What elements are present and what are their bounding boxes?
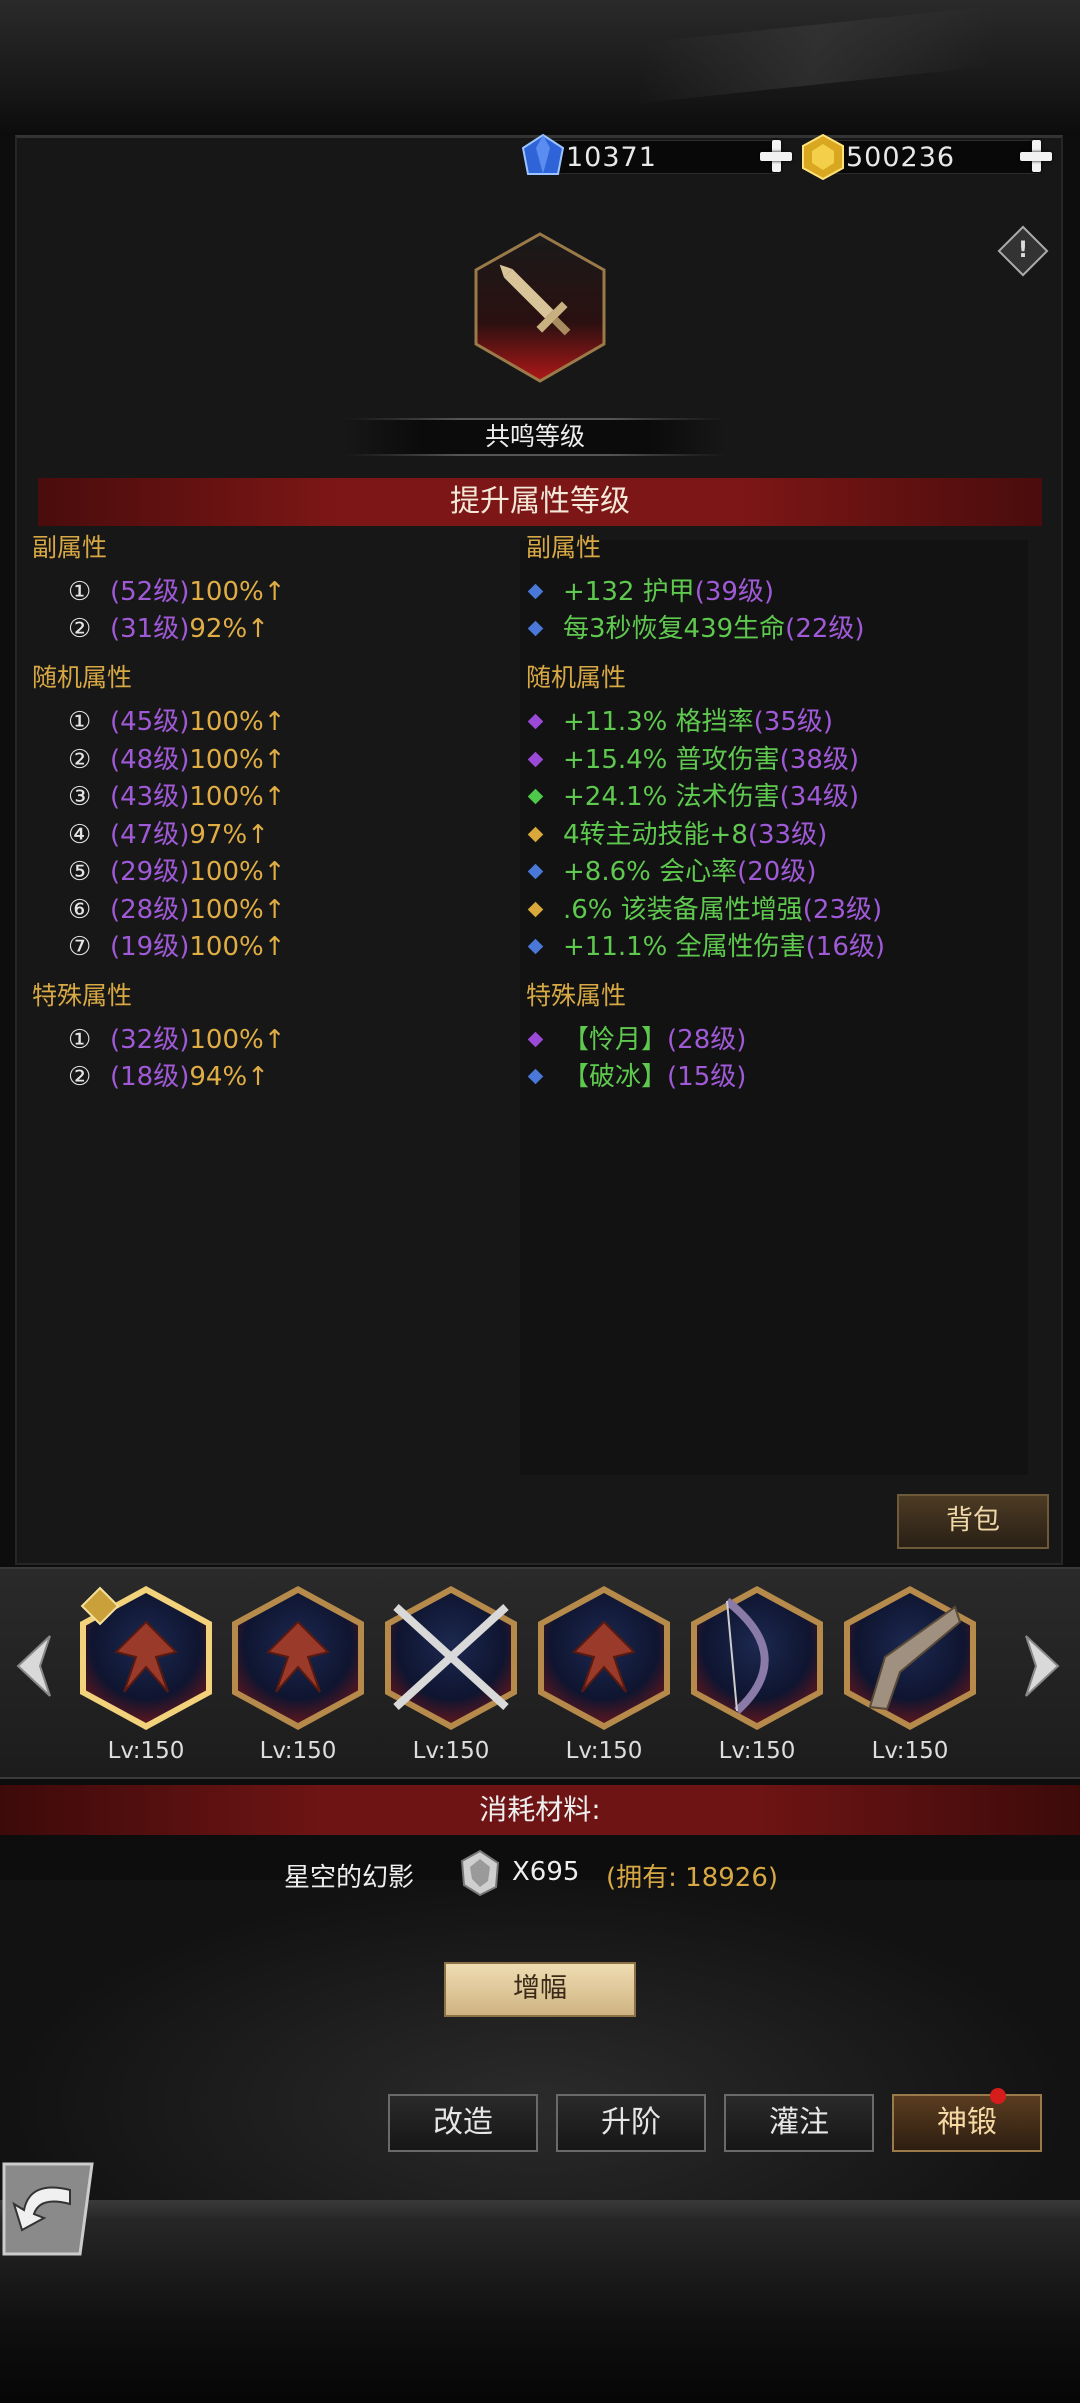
right-random-row: +11.1% 全属性伤害(16级) (526, 926, 885, 963)
equipment-slot[interactable] (228, 1582, 368, 1757)
equipment-slot[interactable] (76, 1582, 216, 1757)
diamond-amount: 10371 (566, 142, 657, 173)
bow-icon (724, 1597, 769, 1714)
equipment-slot[interactable] (534, 1582, 674, 1757)
left-random-row: ① (45级)100%↑ (68, 707, 286, 737)
equipment-level: Lv:150 (565, 1738, 643, 1764)
add-gold-button[interactable] (1018, 138, 1054, 174)
pistol-icon (868, 1605, 962, 1711)
left-special-row: ② (18级)94%↑ (68, 1062, 269, 1092)
right-special-row: 【怜月】(28级) (526, 1019, 746, 1056)
right-special-heading: 特殊属性 (526, 981, 627, 1010)
right-random-row: 4转主动技能+8(33级) (526, 814, 827, 851)
blue-diamond-icon (521, 134, 565, 175)
left-random-row: ⑥ (28级)100%↑ (68, 895, 286, 925)
right-special-row: 【破冰】(15级) (526, 1056, 746, 1093)
right-sub-row: 每3秒恢复439生命(22级) (526, 608, 865, 645)
equipment-level: Lv:150 (259, 1738, 337, 1764)
material-banner: 消耗材料: (0, 1785, 1080, 1835)
infuse-button[interactable]: 灌注 (724, 2094, 874, 2152)
equipment-level: Lv:150 (412, 1738, 490, 1764)
dragon-icon (572, 1620, 636, 1693)
phantom-material-icon (460, 1849, 500, 1897)
crossed-blades-icon (393, 1604, 509, 1710)
sword-emblem-icon (474, 232, 606, 383)
equipment-level: Lv:150 (718, 1738, 796, 1764)
back-arrow-icon[interactable] (0, 2160, 96, 2258)
bag-button[interactable]: 背包 (897, 1494, 1049, 1549)
equipment-slot[interactable] (381, 1582, 521, 1757)
material-row: 星空的幻影 X695 (拥有: 18926) (0, 1849, 1080, 1897)
upgrade-attribute-banner: 提升属性等级 (38, 478, 1042, 526)
left-sub-row: ② (31级)92%↑ (68, 614, 269, 644)
dragon-icon (266, 1620, 330, 1693)
equipment-level: Lv:150 (871, 1738, 949, 1764)
right-random-row: +24.1% 法术伤害(34级) (526, 776, 859, 813)
right-sub-heading: 副属性 (526, 533, 602, 562)
gold-gem-icon (802, 134, 844, 180)
left-sub-row: ① (52级)100%↑ (68, 577, 286, 607)
left-sub-heading: 副属性 (32, 533, 108, 562)
amplify-button[interactable]: 增幅 (444, 1962, 636, 2017)
right-random-row: .6% 该装备属性增强(23级) (526, 889, 882, 926)
gold-amount: 500236 (846, 142, 956, 173)
resonance-level-title: 共鸣等级 (345, 418, 725, 456)
material-quantity: X695 (512, 1857, 580, 1887)
next-arrow-icon[interactable] (1018, 1632, 1066, 1700)
right-random-heading: 随机属性 (526, 663, 627, 692)
background-fog (0, 1880, 1080, 2200)
material-owned: (拥有: 18926) (606, 1863, 779, 1893)
left-special-row: ① (32级)100%↑ (68, 1025, 286, 1055)
material-name: 星空的幻影 (284, 1863, 415, 1893)
left-random-heading: 随机属性 (32, 663, 133, 692)
right-sub-row: +132 护甲(39级) (526, 571, 774, 608)
right-random-row: +15.4% 普攻伤害(38级) (526, 739, 859, 776)
modify-button[interactable]: 改造 (388, 2094, 538, 2152)
equipment-slot[interactable] (840, 1582, 980, 1757)
equipment-level: Lv:150 (107, 1738, 185, 1764)
top-backdrop (0, 0, 1080, 135)
prev-arrow-icon[interactable] (10, 1632, 58, 1700)
left-random-row: ③ (43级)100%↑ (68, 782, 286, 812)
advance-button[interactable]: 升阶 (556, 2094, 706, 2152)
left-random-row: ② (48级)100%↑ (68, 745, 286, 775)
selected-badge-icon (80, 1586, 120, 1626)
right-random-row: +8.6% 会心率(20级) (526, 851, 816, 888)
right-random-row: +11.3% 格挡率(35级) (526, 701, 833, 738)
divine-forge-button[interactable]: 神锻 (892, 2094, 1042, 2152)
left-random-row: ⑤ (29级)100%↑ (68, 857, 286, 887)
bottom-backdrop (0, 2200, 1080, 2403)
left-special-heading: 特殊属性 (32, 981, 133, 1010)
left-random-row: ⑦ (19级)100%↑ (68, 932, 286, 962)
add-diamond-button[interactable] (758, 138, 794, 174)
equipment-slot[interactable] (687, 1582, 827, 1757)
left-random-row: ④ (47级)97%↑ (68, 820, 269, 850)
notification-dot (990, 2088, 1006, 2104)
